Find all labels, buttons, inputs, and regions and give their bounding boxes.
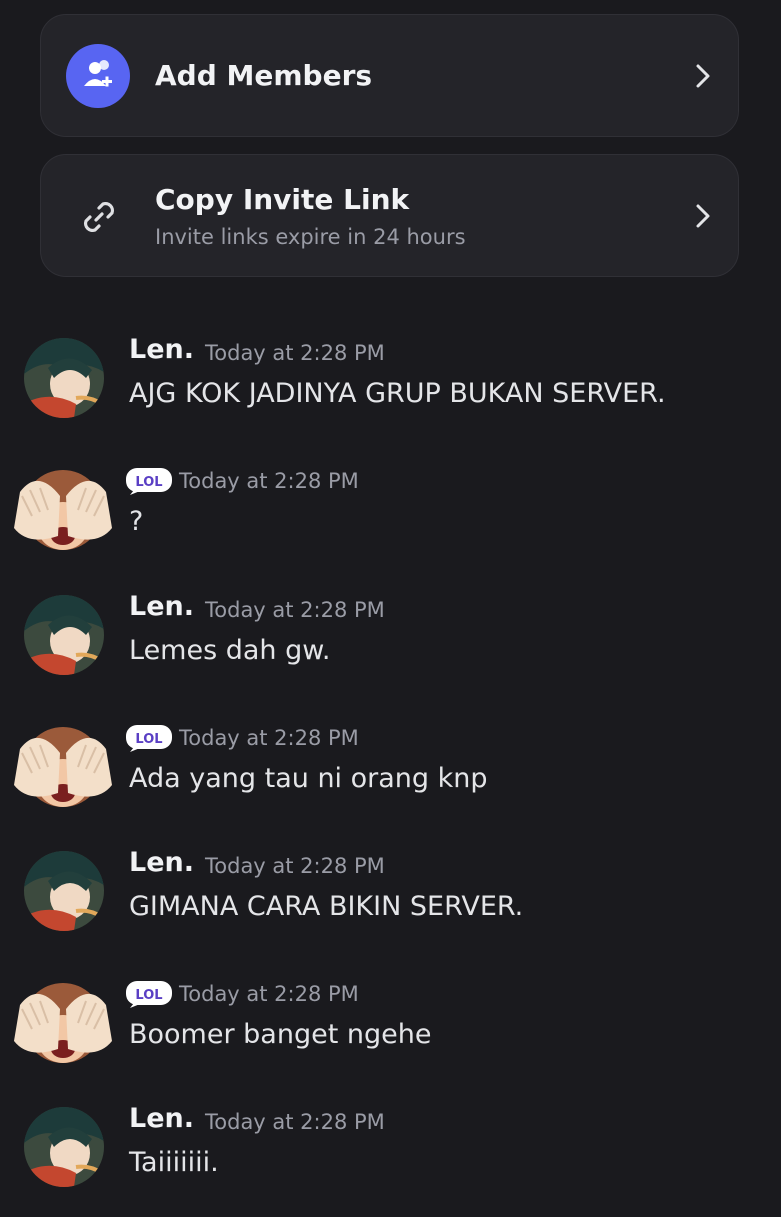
author-name[interactable]: Len.: [129, 847, 194, 878]
message-item[interactable]: LOL Today at 2:28 PM Ada yang tau ni ora…: [0, 723, 781, 833]
lol-badge-label: LOL: [135, 732, 162, 747]
add-members-label: Add Members: [155, 59, 373, 92]
link-icon: [83, 201, 115, 233]
see-no-evil-monkey-avatar[interactable]: [8, 723, 118, 819]
timestamp: Today at 2:28 PM: [179, 469, 359, 493]
message-item[interactable]: Len. Today at 2:28 PM AJG KOK JADINYA GR…: [0, 334, 781, 448]
timestamp: Today at 2:28 PM: [205, 598, 385, 622]
message-item[interactable]: LOL Today at 2:28 PM ?: [0, 466, 781, 576]
avatar[interactable]: [24, 338, 104, 418]
copy-invite-label: Copy Invite Link: [155, 183, 410, 216]
avatar[interactable]: [24, 851, 104, 931]
copy-invite-subtitle: Invite links expire in 24 hours: [155, 225, 466, 249]
message-item[interactable]: Len. Today at 2:28 PM Lemes dah gw.: [0, 591, 781, 705]
message-text: GIMANA CARA BIKIN SERVER.: [129, 891, 524, 922]
message-text: Boomer banget ngehe: [129, 1019, 432, 1050]
message-text: AJG KOK JADINYA GRUP BUKAN SERVER.: [129, 378, 666, 409]
timestamp: Today at 2:28 PM: [179, 982, 359, 1006]
message-text: Taiiiiiii.: [129, 1147, 219, 1178]
lol-badge-icon: LOL: [126, 981, 172, 1008]
timestamp: Today at 2:28 PM: [205, 1110, 385, 1134]
message-text: Ada yang tau ni orang knp: [129, 763, 488, 794]
avatar[interactable]: [24, 1107, 104, 1187]
add-members-button[interactable]: Add Members: [40, 14, 739, 137]
message-text: ?: [129, 506, 144, 537]
add-user-icon: [66, 44, 130, 108]
message-item[interactable]: Len. Today at 2:28 PM Taiiiiiii.: [0, 1103, 781, 1217]
avatar[interactable]: [24, 595, 104, 675]
lol-badge-icon: LOL: [126, 725, 172, 752]
see-no-evil-monkey-avatar[interactable]: [8, 466, 118, 562]
chevron-right-icon: [696, 204, 710, 228]
copy-invite-link-button[interactable]: Copy Invite Link Invite links expire in …: [40, 154, 739, 277]
message-text: Lemes dah gw.: [129, 635, 331, 666]
message-item[interactable]: Len. Today at 2:28 PM GIMANA CARA BIKIN …: [0, 847, 781, 961]
lol-badge-label: LOL: [135, 988, 162, 1003]
timestamp: Today at 2:28 PM: [179, 726, 359, 750]
author-name[interactable]: Len.: [129, 334, 194, 365]
timestamp: Today at 2:28 PM: [205, 854, 385, 878]
lol-badge-label: LOL: [135, 475, 162, 490]
lol-badge-icon: LOL: [126, 468, 172, 495]
author-name[interactable]: Len.: [129, 1103, 194, 1134]
author-name[interactable]: Len.: [129, 591, 194, 622]
see-no-evil-monkey-avatar[interactable]: [8, 979, 118, 1075]
chevron-right-icon: [696, 64, 710, 88]
message-item[interactable]: LOL Today at 2:28 PM Boomer banget ngehe: [0, 979, 781, 1089]
timestamp: Today at 2:28 PM: [205, 341, 385, 365]
